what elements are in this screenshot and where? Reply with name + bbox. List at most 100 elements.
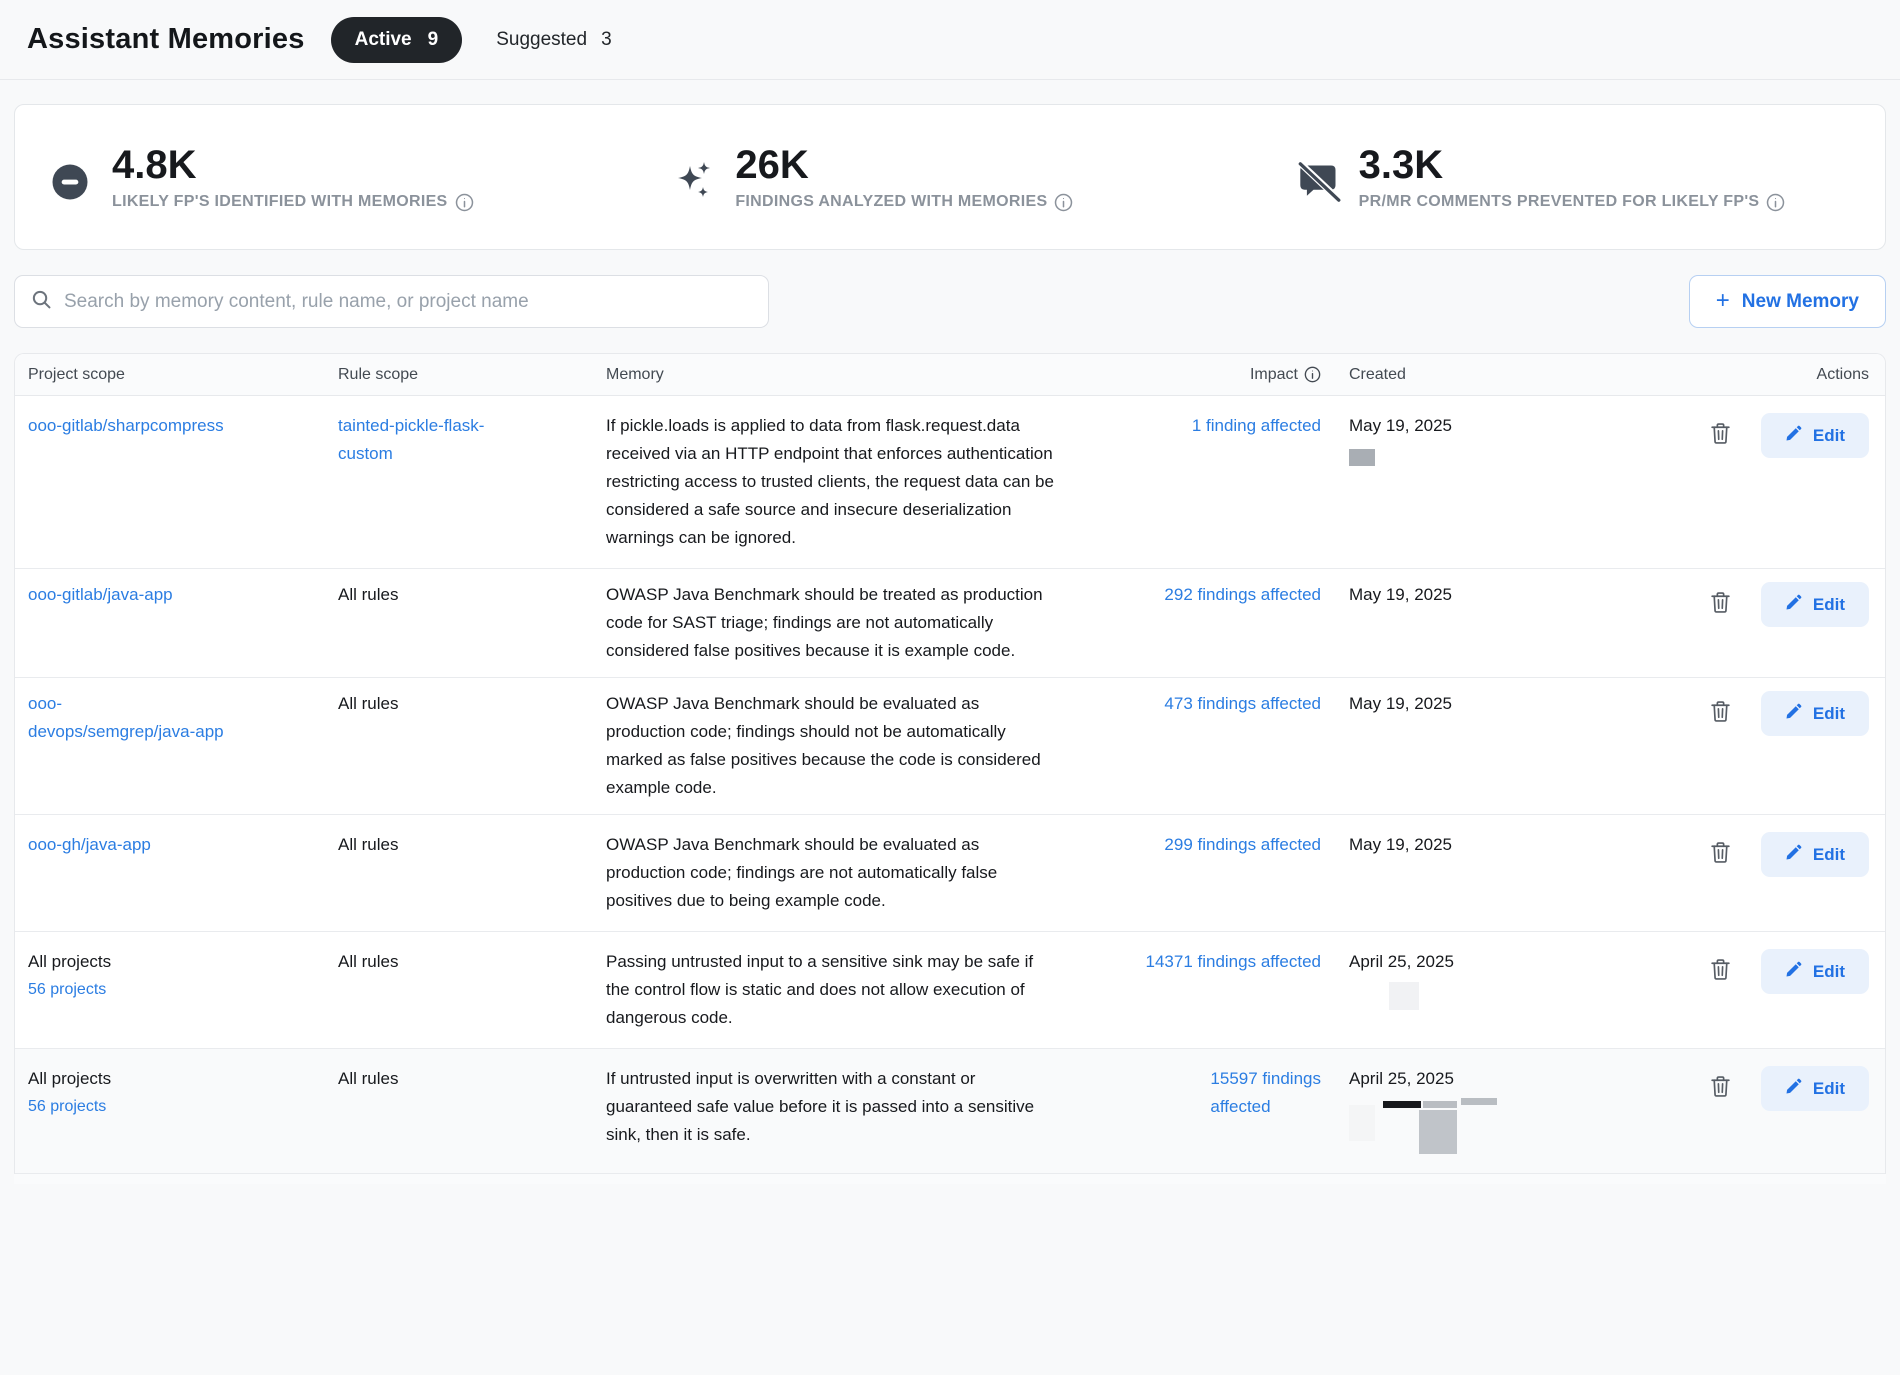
- table-row: ooo-gh/java-app All rules OWASP Java Ben…: [15, 815, 1885, 932]
- memory-text: OWASP Java Benchmark should be evaluated…: [606, 690, 1061, 802]
- memories-table: Project scope Rule scope Memory Impact C…: [14, 353, 1886, 1174]
- redaction-mark: [1383, 1101, 1421, 1108]
- search-input[interactable]: [64, 291, 752, 313]
- pencil-icon: [1785, 425, 1802, 447]
- table-row: ooo-gitlab/java-app All rules OWASP Java…: [15, 569, 1885, 678]
- impact-link[interactable]: 299 findings affected: [1164, 831, 1321, 859]
- rule-scope-text: All rules: [338, 831, 533, 859]
- edit-button[interactable]: Edit: [1761, 949, 1869, 994]
- page-header: Assistant Memories Active 9 Suggested 3: [0, 0, 1900, 80]
- edit-button[interactable]: Edit: [1761, 1066, 1869, 1111]
- table-row: ooo-gitlab/sharpcompress tainted-pickle-…: [15, 396, 1885, 569]
- rule-scope-link[interactable]: tainted-pickle-flask-custom: [338, 412, 533, 468]
- table-row: All projects 56 projects All rules Passi…: [15, 932, 1885, 1049]
- project-scope-link[interactable]: ooo-gh/java-app: [28, 831, 228, 859]
- edit-button-label: Edit: [1813, 962, 1845, 982]
- column-header-impact: Impact: [1250, 366, 1298, 384]
- stat-comments-prevented: 3.3K PR/MR COMMENTS PREVENTED FOR LIKELY…: [1262, 105, 1885, 249]
- created-date: May 19, 2025: [1349, 416, 1452, 435]
- impact-link[interactable]: 473 findings affected: [1164, 690, 1321, 718]
- edit-button[interactable]: Edit: [1761, 413, 1869, 458]
- project-count-link[interactable]: 56 projects: [28, 978, 308, 1002]
- info-icon[interactable]: [1054, 193, 1073, 212]
- project-scope-link[interactable]: ooo-devops/semgrep/java-app: [28, 690, 228, 746]
- column-header-created: Created: [1321, 366, 1571, 384]
- memory-text: If pickle.loads is applied to data from …: [606, 412, 1061, 552]
- tab-active-label: Active: [355, 29, 412, 51]
- stats-card: 4.8K LIKELY FP'S IDENTIFIED WITH MEMORIE…: [14, 104, 1886, 250]
- project-scope-text: All projects: [28, 1065, 228, 1093]
- created-date: May 19, 2025: [1349, 585, 1452, 604]
- impact-link[interactable]: 1 finding affected: [1192, 412, 1321, 440]
- tab-suggested-count: 3: [601, 29, 612, 51]
- delete-button[interactable]: [1706, 837, 1735, 871]
- stat-value: 3.3K: [1359, 143, 1786, 187]
- memory-text: If untrusted input is overwritten with a…: [606, 1065, 1061, 1149]
- edit-button-label: Edit: [1813, 1079, 1845, 1099]
- table-footer-strip: [14, 1174, 1886, 1184]
- table-row: All projects 56 projects All rules If un…: [15, 1049, 1885, 1174]
- project-count-link[interactable]: 56 projects: [28, 1095, 308, 1119]
- pencil-icon: [1785, 594, 1802, 616]
- toolbar: + New Memory: [14, 275, 1886, 328]
- rule-scope-text: All rules: [338, 948, 533, 976]
- redaction-mark: [1349, 449, 1375, 466]
- project-scope-link[interactable]: ooo-gitlab/java-app: [28, 581, 228, 609]
- minus-circle-icon: [50, 162, 94, 207]
- created-date: May 19, 2025: [1349, 835, 1452, 854]
- pencil-icon: [1785, 703, 1802, 725]
- created-date: May 19, 2025: [1349, 694, 1452, 713]
- stat-findings-analyzed: 26K FINDINGS ANALYZED WITH MEMORIES: [638, 105, 1261, 249]
- delete-button[interactable]: [1706, 696, 1735, 730]
- table-header-row: Project scope Rule scope Memory Impact C…: [15, 354, 1885, 396]
- column-header-actions: Actions: [1571, 366, 1869, 384]
- search-box[interactable]: [14, 275, 769, 328]
- tab-suggested[interactable]: Suggested 3: [496, 29, 611, 51]
- delete-button[interactable]: [1706, 587, 1735, 621]
- memory-text: OWASP Java Benchmark should be treated a…: [606, 581, 1061, 665]
- impact-link[interactable]: 292 findings affected: [1164, 581, 1321, 609]
- edit-button[interactable]: Edit: [1761, 582, 1869, 627]
- redaction-mark: [1423, 1101, 1457, 1108]
- column-header-rule-scope: Rule scope: [338, 366, 606, 384]
- rule-scope-text: All rules: [338, 581, 533, 609]
- stat-label: FINDINGS ANALYZED WITH MEMORIES: [735, 193, 1047, 211]
- impact-link[interactable]: 15597 findings affected: [1210, 1065, 1321, 1121]
- new-memory-button[interactable]: + New Memory: [1689, 275, 1886, 328]
- column-header-memory: Memory: [606, 366, 1081, 384]
- info-icon[interactable]: [1304, 366, 1321, 383]
- tab-active-count: 9: [428, 29, 439, 51]
- page-title: Assistant Memories: [27, 23, 305, 56]
- impact-link[interactable]: 14371 findings affected: [1146, 948, 1322, 976]
- table-row: ooo-devops/semgrep/java-app All rules OW…: [15, 678, 1885, 815]
- stat-value: 4.8K: [112, 143, 474, 187]
- edit-button-label: Edit: [1813, 845, 1845, 865]
- tab-suggested-label: Suggested: [496, 29, 587, 51]
- delete-button[interactable]: [1706, 1071, 1735, 1105]
- delete-button[interactable]: [1706, 954, 1735, 988]
- info-icon[interactable]: [455, 193, 474, 212]
- edit-button-label: Edit: [1813, 426, 1845, 446]
- created-date: April 25, 2025: [1349, 1069, 1454, 1088]
- stat-value: 26K: [735, 143, 1073, 187]
- rule-scope-text: All rules: [338, 1065, 533, 1093]
- project-scope-link[interactable]: ooo-gitlab/sharpcompress: [28, 412, 228, 440]
- edit-button[interactable]: Edit: [1761, 832, 1869, 877]
- edit-button[interactable]: Edit: [1761, 691, 1869, 736]
- tab-active[interactable]: Active 9: [331, 17, 463, 63]
- delete-button[interactable]: [1706, 418, 1735, 452]
- edit-button-label: Edit: [1813, 595, 1845, 615]
- plus-icon: +: [1716, 289, 1730, 313]
- comment-slash-icon: [1297, 162, 1341, 207]
- rule-scope-text: All rules: [338, 690, 533, 718]
- pencil-icon: [1785, 961, 1802, 983]
- search-icon: [31, 289, 52, 315]
- edit-button-label: Edit: [1813, 704, 1845, 724]
- redaction-mark: [1419, 1110, 1457, 1154]
- pencil-icon: [1785, 1078, 1802, 1100]
- info-icon[interactable]: [1766, 193, 1785, 212]
- column-header-project-scope: Project scope: [28, 366, 338, 384]
- memory-text: OWASP Java Benchmark should be evaluated…: [606, 831, 1061, 915]
- memory-text: Passing untrusted input to a sensitive s…: [606, 948, 1061, 1032]
- stat-likely-fps: 4.8K LIKELY FP'S IDENTIFIED WITH MEMORIE…: [15, 105, 638, 249]
